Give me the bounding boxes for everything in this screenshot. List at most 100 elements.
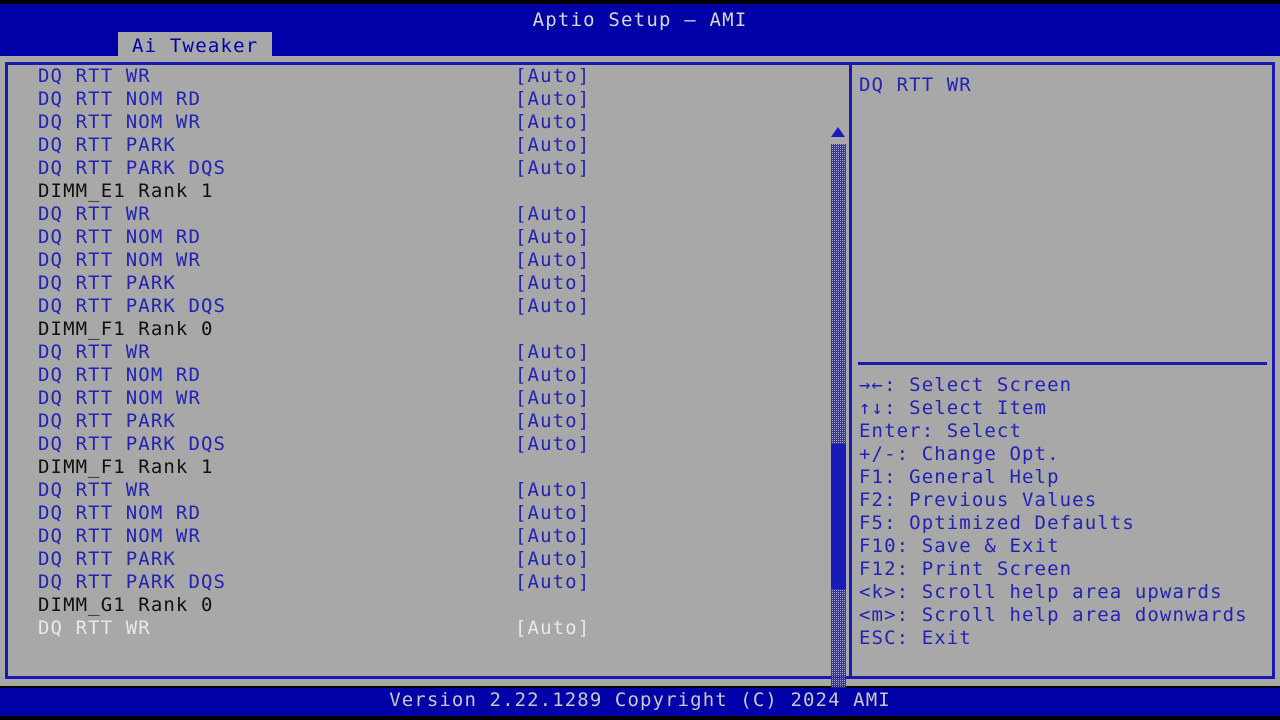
list-item[interactable]: DQ RTT WR [Auto] bbox=[8, 617, 828, 640]
list-item-value[interactable]: [Auto] bbox=[515, 502, 590, 525]
legend-entry: Enter: Select bbox=[859, 420, 1023, 442]
list-item[interactable]: DQ RTT NOM WR [Auto] bbox=[8, 387, 828, 410]
scrollbar-thumb[interactable] bbox=[831, 444, 846, 589]
list-item-value[interactable]: [Auto] bbox=[515, 341, 590, 364]
list-item-label: DQ RTT NOM RD bbox=[38, 502, 202, 524]
list-item[interactable]: DQ RTT PARK [Auto] bbox=[8, 548, 828, 571]
legend-entry: +/-: Change Opt. bbox=[859, 443, 1060, 465]
list-item-value[interactable]: [Auto] bbox=[515, 364, 590, 387]
list-item-label: DQ RTT PARK bbox=[38, 134, 176, 156]
list-item-label: DQ RTT PARK DQS bbox=[38, 571, 227, 593]
list-item-label: DIMM_E1 Rank 1 bbox=[38, 180, 214, 202]
list-item[interactable]: DQ RTT WR [Auto] bbox=[8, 203, 828, 226]
list-item[interactable]: DQ RTT NOM WR [Auto] bbox=[8, 249, 828, 272]
list-item-value[interactable]: [Auto] bbox=[515, 272, 590, 295]
list-item[interactable]: DQ RTT WR [Auto] bbox=[8, 479, 828, 502]
list-item-value[interactable]: [Auto] bbox=[515, 387, 590, 410]
list-item-label: DQ RTT NOM RD bbox=[38, 226, 202, 248]
list-item[interactable]: DQ RTT PARK DQS [Auto] bbox=[8, 157, 828, 180]
legend-entry: F1: General Help bbox=[859, 466, 1060, 488]
list-item-value[interactable]: [Auto] bbox=[515, 111, 590, 134]
list-item-label: DQ RTT WR bbox=[38, 341, 151, 363]
list-item[interactable]: DQ RTT NOM WR [Auto] bbox=[8, 111, 828, 134]
list-item-label: DQ RTT WR bbox=[38, 203, 151, 225]
list-item-value[interactable]: [Auto] bbox=[515, 617, 590, 640]
list-item-value[interactable]: [Auto] bbox=[515, 295, 590, 318]
list-item-label: DQ RTT WR bbox=[38, 479, 151, 501]
legend-entry: <m>: Scroll help area downwards bbox=[859, 604, 1248, 626]
list-item[interactable]: DQ RTT NOM RD [Auto] bbox=[8, 364, 828, 387]
list-item-label: DQ RTT NOM WR bbox=[38, 111, 202, 133]
scrollbar-track[interactable] bbox=[831, 144, 846, 700]
legend-entry: F2: Previous Values bbox=[859, 489, 1098, 511]
list-scrollbar[interactable] bbox=[828, 122, 848, 720]
list-item-label: DQ RTT PARK DQS bbox=[38, 157, 227, 179]
legend-entry: →←: Select Screen bbox=[859, 374, 1073, 396]
list-item[interactable]: DQ RTT NOM RD [Auto] bbox=[8, 502, 828, 525]
triangle-up-icon[interactable] bbox=[828, 126, 848, 142]
list-item-value[interactable]: [Auto] bbox=[515, 249, 590, 272]
list-item-label: DIMM_G1 Rank 0 bbox=[38, 594, 214, 616]
legend-entry: <k>: Scroll help area upwards bbox=[859, 581, 1223, 603]
main-frame: DQ RTT WR [Auto] DQ RTT NOM RD [Auto] DQ RTT… bbox=[0, 56, 1280, 711]
list-section-header: DIMM_G1 Rank 0 bbox=[8, 594, 828, 617]
list-item[interactable]: DQ RTT NOM WR [Auto] bbox=[8, 525, 828, 548]
list-item[interactable]: DQ RTT NOM RD [Auto] bbox=[8, 226, 828, 249]
list-item-label: DIMM_F1 Rank 0 bbox=[38, 318, 214, 340]
list-item-label: DQ RTT PARK bbox=[38, 548, 176, 570]
list-item-value[interactable]: [Auto] bbox=[515, 88, 590, 111]
list-item-label: DQ RTT NOM RD bbox=[38, 88, 202, 110]
list-item-value[interactable]: [Auto] bbox=[515, 433, 590, 456]
list-item-value[interactable]: [Auto] bbox=[515, 548, 590, 571]
list-item-label: DQ RTT PARK bbox=[38, 410, 176, 432]
help-title: DQ RTT WR bbox=[859, 74, 972, 96]
list-item-value[interactable]: [Auto] bbox=[515, 571, 590, 594]
list-item[interactable]: DQ RTT PARK [Auto] bbox=[8, 134, 828, 157]
list-item-label: DQ RTT PARK bbox=[38, 272, 176, 294]
footer-bar: Version 2.22.1289 Copyright (C) 2024 AMI bbox=[0, 688, 1280, 716]
list-item[interactable]: DQ RTT NOM RD [Auto] bbox=[8, 88, 828, 111]
list-item-label: DQ RTT WR bbox=[38, 617, 151, 639]
list-item-value[interactable]: [Auto] bbox=[515, 65, 590, 88]
panel-divider bbox=[849, 62, 852, 679]
list-item-value[interactable]: [Auto] bbox=[515, 203, 590, 226]
list-item-label: DQ RTT NOM WR bbox=[38, 387, 202, 409]
key-legend: →←: Select Screen ↑↓: Select Item Enter: S… bbox=[859, 374, 1269, 650]
list-item[interactable]: DQ RTT WR [Auto] bbox=[8, 341, 828, 364]
list-item[interactable]: DQ RTT WR [Auto] bbox=[8, 65, 828, 88]
list-item-value[interactable]: [Auto] bbox=[515, 479, 590, 502]
list-item-label: DQ RTT NOM WR bbox=[38, 249, 202, 271]
legend-entry: ESC: Exit bbox=[859, 627, 972, 649]
page-title: Aptio Setup – AMI bbox=[532, 9, 748, 31]
list-item[interactable]: DQ RTT PARK DQS [Auto] bbox=[8, 571, 828, 594]
legend-entry: F5: Optimized Defaults bbox=[859, 512, 1135, 534]
list-item-label: DIMM_F1 Rank 1 bbox=[38, 456, 214, 478]
list-item-value[interactable]: [Auto] bbox=[515, 410, 590, 433]
list-item-value[interactable]: [Auto] bbox=[515, 226, 590, 249]
title-bar: Aptio Setup – AMI Ai Tweaker bbox=[0, 4, 1280, 58]
list-item-value[interactable]: [Auto] bbox=[515, 134, 590, 157]
list-item[interactable]: DQ RTT PARK [Auto] bbox=[8, 410, 828, 433]
list-item[interactable]: DQ RTT PARK [Auto] bbox=[8, 272, 828, 295]
bios-setup-screen: Aptio Setup – AMI Ai Tweaker DQ RTT WR [A… bbox=[0, 0, 1280, 720]
version-text: Version 2.22.1289 Copyright (C) 2024 AMI bbox=[389, 689, 891, 711]
legend-entry: F10: Save & Exit bbox=[859, 535, 1060, 557]
legend-entry: ↑↓: Select Item bbox=[859, 397, 1048, 419]
list-item-value[interactable]: [Auto] bbox=[515, 525, 590, 548]
legend-entry: F12: Print Screen bbox=[859, 558, 1073, 580]
list-section-header: DIMM_F1 Rank 0 bbox=[8, 318, 828, 341]
settings-list[interactable]: DQ RTT WR [Auto] DQ RTT NOM RD [Auto] DQ RTT… bbox=[8, 65, 828, 676]
list-section-header: DIMM_E1 Rank 1 bbox=[8, 180, 828, 203]
list-item[interactable]: DQ RTT PARK DQS [Auto] bbox=[8, 433, 828, 456]
list-section-header: DIMM_F1 Rank 1 bbox=[8, 456, 828, 479]
list-item-label: DQ RTT PARK DQS bbox=[38, 433, 227, 455]
list-item-label: DQ RTT NOM WR bbox=[38, 525, 202, 547]
help-panel: DQ RTT WR →←: Select Screen ↑↓: Select It… bbox=[855, 65, 1270, 676]
list-item[interactable]: DQ RTT PARK DQS [Auto] bbox=[8, 295, 828, 318]
list-item-label: DQ RTT WR bbox=[38, 65, 151, 87]
help-separator bbox=[858, 362, 1267, 365]
list-item-label: DQ RTT NOM RD bbox=[38, 364, 202, 386]
list-item-value[interactable]: [Auto] bbox=[515, 157, 590, 180]
list-item-label: DQ RTT PARK DQS bbox=[38, 295, 227, 317]
tab-ai-tweaker[interactable]: Ai Tweaker bbox=[118, 32, 273, 58]
